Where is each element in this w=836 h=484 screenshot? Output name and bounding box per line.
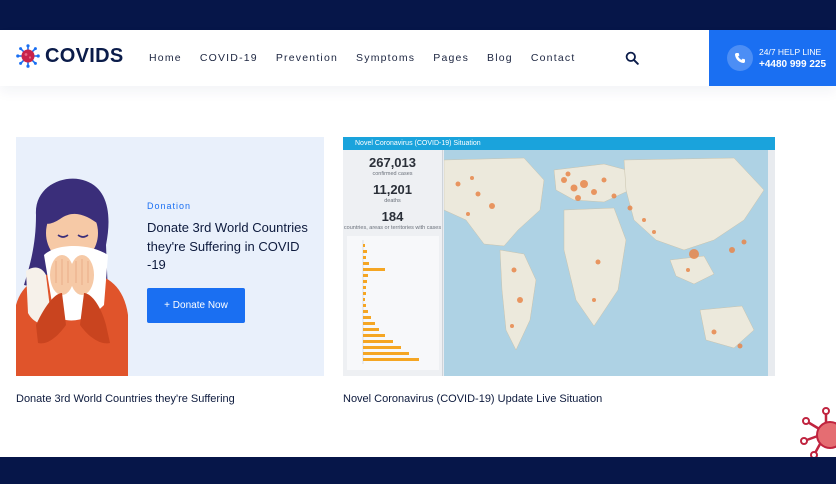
donation-tag: Donation xyxy=(147,201,192,211)
donation-caption[interactable]: Donate 3rd World Countries they're Suffe… xyxy=(16,393,235,405)
helpline-label: 24/7 HELP LINE xyxy=(759,46,822,57)
confirmed-value: 267,013 xyxy=(369,155,416,170)
helpline-number: +4480 999 225 xyxy=(759,58,827,70)
search-icon[interactable] xyxy=(625,51,639,65)
virus-decoration-icon xyxy=(800,407,836,457)
site-header: COVIDS Home COVID-19 Prevention Symptoms… xyxy=(0,30,836,86)
donate-now-button[interactable]: + Donate Now xyxy=(147,288,245,323)
virus-icon xyxy=(16,44,40,68)
confirmed-label: confirmed cases xyxy=(372,171,413,177)
main-nav: Home COVID-19 Prevention Symptoms Pages … xyxy=(149,52,593,64)
nav-home[interactable]: Home xyxy=(149,52,182,64)
nav-pages[interactable]: Pages xyxy=(433,52,469,64)
dashboard-title: Novel Coronavirus (COVID-19) Situation xyxy=(343,137,775,150)
nav-contact[interactable]: Contact xyxy=(531,52,576,64)
donation-title: Donate 3rd World Countries they're Suffe… xyxy=(147,220,308,272)
daily-cases-chart xyxy=(347,236,439,370)
brand-logo[interactable]: COVIDS xyxy=(16,44,123,68)
nav-prevention[interactable]: Prevention xyxy=(276,52,338,64)
stat-countries: 184 countries, areas or territories with… xyxy=(343,210,442,232)
dashboard-caption[interactable]: Novel Coronavirus (COVID-19) Update Live… xyxy=(343,393,602,405)
stat-deaths: 11,201 deaths xyxy=(343,183,442,205)
world-map[interactable] xyxy=(444,150,768,376)
countries-label: countries, areas or territories with cas… xyxy=(343,225,442,231)
brand-name: COVIDS xyxy=(45,44,124,67)
phone-icon xyxy=(727,45,753,71)
nav-symptoms[interactable]: Symptoms xyxy=(356,52,415,64)
stat-confirmed: 267,013 confirmed cases xyxy=(343,156,442,178)
nav-covid19[interactable]: COVID-19 xyxy=(200,52,258,64)
dashboard-card[interactable]: Novel Coronavirus (COVID-19) Situation 2… xyxy=(343,137,775,376)
countries-value: 184 xyxy=(381,209,404,224)
donation-card[interactable]: Donation Donate 3rd World Countries they… xyxy=(16,137,324,376)
deaths-value: 11,201 xyxy=(372,182,413,197)
top-strip xyxy=(0,0,836,30)
deaths-label: deaths xyxy=(384,198,401,204)
woman-illustration xyxy=(16,178,128,376)
dashboard-stats-panel: 267,013 confirmed cases 11,201 deaths 18… xyxy=(343,150,443,376)
nav-blog[interactable]: Blog xyxy=(487,52,513,64)
helpline-button[interactable]: 24/7 HELP LINE +4480 999 225 xyxy=(709,30,836,86)
bottom-strip xyxy=(0,457,836,484)
